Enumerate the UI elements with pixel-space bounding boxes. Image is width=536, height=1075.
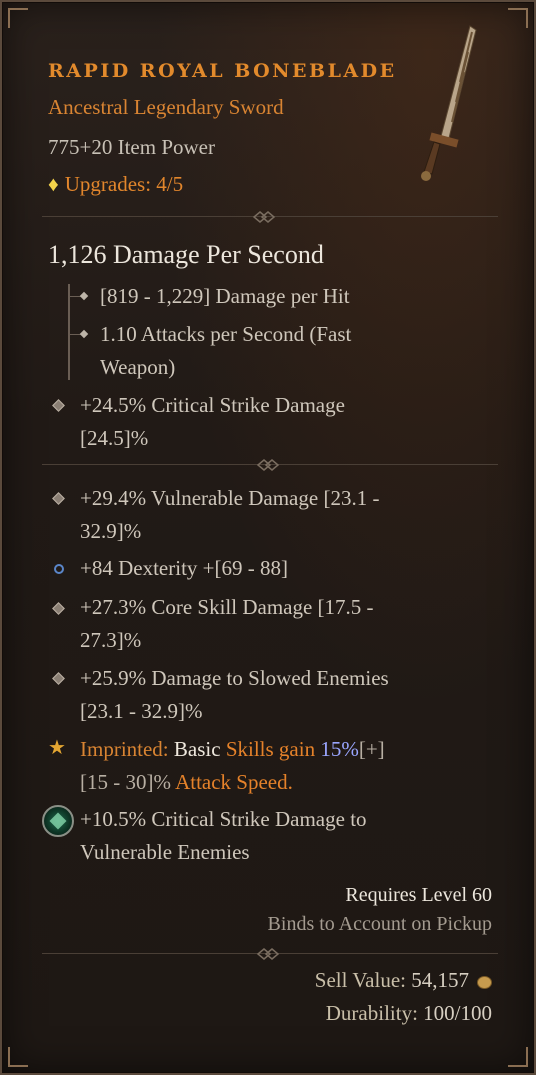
imprinted-aspect-cont: [15 - 30]% Attack Speed. (80, 766, 293, 799)
socket-bonus-cont: Vulnerable Enemies (80, 840, 250, 864)
damage-per-hit: [819 - 1,229] Damage per Hit (100, 284, 350, 308)
reroll-affix-icon (54, 564, 64, 574)
upgrade-gem-icon: ♦ (48, 172, 59, 196)
imprint-skills-gain: Skills gain (225, 737, 321, 761)
affix-bullet-icon (52, 602, 65, 615)
upgrades-text: Upgrades: 4/5 (64, 172, 184, 196)
affix-core-skill: +27.3% Core Skill Damage [17.5 - (80, 595, 374, 619)
imprint-basic: Basic (173, 737, 226, 761)
affix-bullet-icon (52, 672, 65, 685)
imprint-attack-speed: Attack Speed. (175, 770, 293, 794)
divider (42, 211, 498, 223)
durability-label: Durability: (325, 1001, 424, 1025)
durability-value: 100/100 (423, 1001, 492, 1025)
stat-tree-branch (68, 329, 89, 339)
imprinted-aspect: Imprinted: Basic Skills gain 15%[+] (80, 733, 385, 766)
affix-dexterity: +84 Dexterity +[69 - 88] (80, 556, 288, 580)
implicit-affix: +24.5% Critical Strike Damage (80, 393, 345, 417)
item-power: 775+20 Item Power (48, 135, 215, 159)
corner-ornament (8, 8, 28, 28)
sword-icon (421, 25, 477, 181)
divider (42, 459, 498, 471)
imprint-plus: [+] (358, 737, 385, 761)
stat-tree-branch (68, 291, 89, 301)
corner-ornament (508, 8, 528, 28)
sell-value-amount: 54,157 (411, 968, 469, 992)
star-icon: ★ (48, 735, 66, 759)
affix-core-skill-cont: 27.3]% (80, 628, 142, 652)
affix-vulnerable: +29.4% Vulnerable Damage [23.1 - (80, 486, 380, 510)
corner-ornament (8, 1047, 28, 1067)
corner-ornament (508, 1047, 528, 1067)
affix-slowed-cont: [23.1 - 32.9]% (80, 699, 203, 723)
gold-coin-icon (477, 975, 492, 989)
divider (42, 948, 498, 960)
requires-level: Requires Level 60 (345, 884, 492, 906)
affix-slowed: +25.9% Damage to Slowed Enemies (80, 666, 389, 690)
item-tooltip: RAPID ROYAL BONEBLADE Ancestral Legendar… (0, 0, 536, 1075)
sell-value-label: Sell Value: (314, 968, 412, 992)
damage-per-second: 1,126 Damage Per Second (48, 240, 324, 269)
affix-vulnerable-cont: 32.9]% (80, 519, 142, 543)
imprint-range: [15 - 30]% (80, 770, 176, 794)
durability: Durability: 100/100 (326, 1001, 492, 1026)
attacks-per-second: 1.10 Attacks per Second (Fast (100, 322, 352, 346)
stat-tree-line (68, 284, 70, 380)
item-subtitle: Ancestral Legendary Sword (48, 95, 284, 119)
implicit-affix-cont: [24.5]% (80, 426, 149, 450)
imprinted-label: Imprinted: (80, 737, 174, 761)
item-name: RAPID ROYAL BONEBLADE (48, 60, 397, 82)
sell-value: Sell Value: 54,157 (315, 968, 492, 993)
imprint-value: 15% (320, 737, 359, 761)
affix-bullet-icon (52, 399, 65, 412)
binds-to-account: Binds to Account on Pickup (267, 913, 492, 935)
socket-gem-icon (42, 805, 74, 837)
upgrades-count: ♦ Upgrades: 4/5 (48, 172, 183, 197)
attacks-per-second-cont: Weapon) (100, 355, 176, 379)
socket-bonus: +10.5% Critical Strike Damage to (80, 807, 367, 831)
affix-bullet-icon (52, 492, 65, 505)
